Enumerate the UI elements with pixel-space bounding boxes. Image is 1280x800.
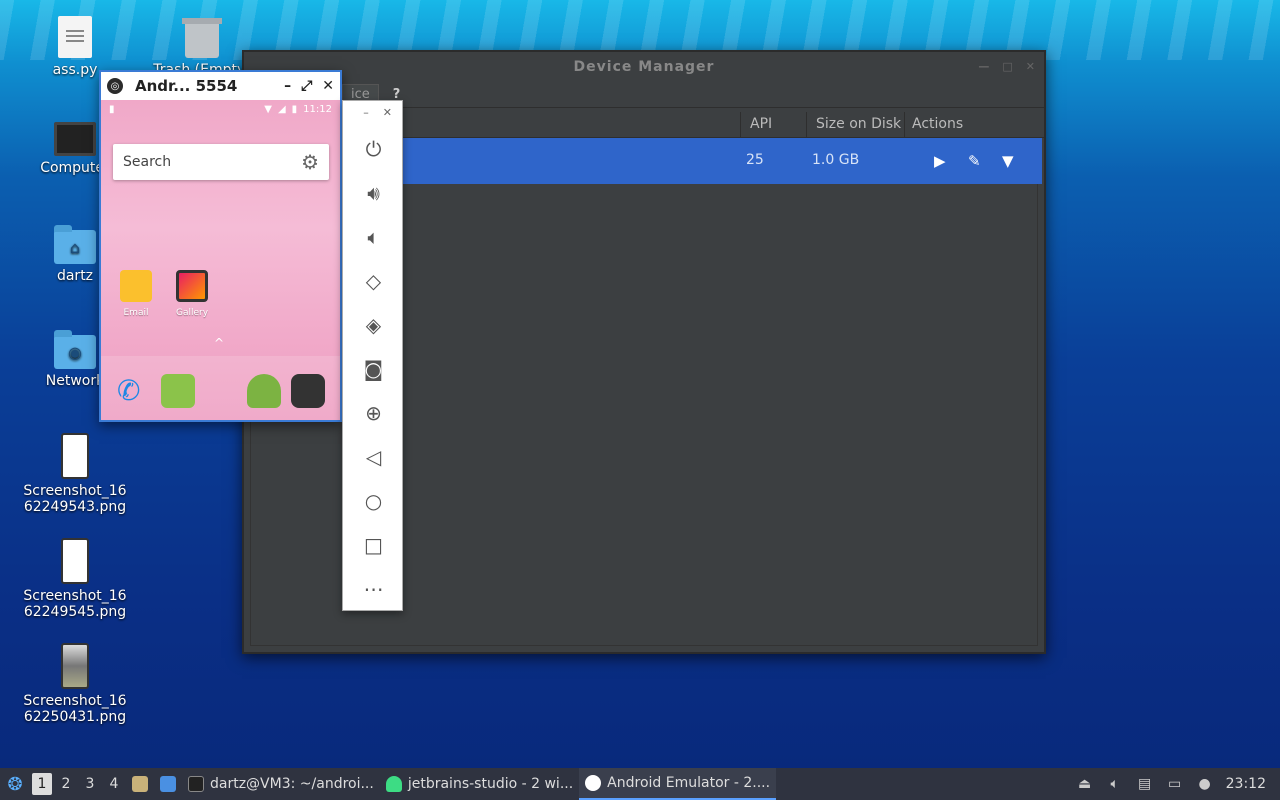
desktop-icon-screenshot-3[interactable]: Screenshot_1662250431.png — [20, 643, 130, 725]
desktop-icon-trash[interactable]: Trash (Empty) — [147, 18, 257, 78]
start-menu-icon[interactable]: ❂ — [0, 768, 30, 800]
task-label: Android Emulator - 2.... — [607, 775, 771, 791]
task-terminal[interactable]: dartz@VM3: ~/androi... — [182, 768, 380, 800]
window-title: Device Manager — [573, 59, 715, 75]
sd-card-icon: ▮ — [109, 103, 115, 115]
workspace-3[interactable]: 3 — [78, 768, 102, 800]
emulator-controls-panel: – ✕ ⏻ 🔊︎ 🔈︎ ◇ ◈ ◙ ⊕ ◁ ○ □ ⋯ — [342, 100, 403, 611]
task-label: dartz@VM3: ~/androi... — [210, 776, 374, 792]
network-icon[interactable]: ▭ — [1166, 775, 1184, 793]
column-actions: Actions — [912, 116, 964, 132]
gear-icon[interactable]: ⚙ — [301, 150, 319, 174]
dock: ✆ — [101, 356, 340, 420]
desktop-icon-label: Screenshot_1662249543.png — [23, 483, 127, 515]
column-size[interactable]: Size on Disk — [816, 116, 901, 132]
clock[interactable]: 23:12 — [1226, 776, 1266, 792]
android-icon — [385, 776, 402, 792]
wifi-icon: ▼ — [264, 103, 272, 115]
volume-down-icon[interactable]: 🔈︎ — [343, 215, 404, 259]
desktop-icon-ass-py[interactable]: ass.py — [20, 16, 130, 78]
app-drawer-arrow[interactable]: ^ — [214, 336, 224, 350]
rotate-left-icon[interactable]: ◇ — [343, 259, 404, 303]
android-store-icon[interactable] — [247, 374, 281, 408]
email-icon — [120, 270, 152, 302]
network-folder-icon: ◉ — [54, 330, 96, 369]
desktop-icon — [160, 776, 176, 792]
row-api: 25 — [746, 152, 764, 168]
app-gallery[interactable]: Gallery — [167, 270, 217, 318]
minimize-icon[interactable]: – — [284, 78, 291, 94]
volume-up-icon[interactable]: 🔊︎ — [343, 171, 404, 215]
image-file-icon — [61, 538, 89, 584]
emulator-title: Andr... 5554 — [135, 77, 238, 95]
more-icon[interactable]: ⋯ — [343, 567, 404, 611]
chevron-down-icon[interactable]: ▼ — [1002, 152, 1014, 170]
zoom-icon[interactable]: ⊕ — [343, 391, 404, 435]
close-icon[interactable]: ✕ — [383, 106, 392, 127]
overview-icon[interactable]: □ — [343, 523, 404, 567]
power-icon[interactable]: ⏻ — [343, 127, 404, 171]
edit-icon[interactable]: ✎ — [968, 152, 981, 170]
task-label: jetbrains-studio - 2 wi... — [407, 776, 574, 792]
task-android-emulator[interactable]: Android Emulator - 2.... — [579, 768, 777, 800]
desktop-icon-label: Screenshot_1662250431.png — [23, 693, 127, 725]
expand-icon[interactable]: ⤢ — [301, 78, 312, 94]
device-screen[interactable]: ▮ ▼ ◢ ▮ 11:12 Search ⚙ Email Gallery ^ ✆ — [101, 100, 340, 420]
desktop-icon-label: Screenshot_1662249545.png — [23, 588, 127, 620]
volume-icon[interactable]: 🔈︎ — [1106, 775, 1124, 793]
gallery-icon — [176, 270, 208, 302]
task-jetbrains-studio[interactable]: jetbrains-studio - 2 wi... — [380, 768, 579, 800]
emulator-window: ◎ Andr... 5554 – ⤢ ✕ ▮ ▼ ◢ ▮ 11:12 Searc… — [99, 70, 342, 422]
minimize-icon[interactable]: — — [978, 60, 990, 73]
desktop-icon-screenshot-1[interactable]: Screenshot_1662249543.png — [20, 433, 130, 515]
maximize-icon[interactable]: □ — [1002, 60, 1013, 73]
play-icon[interactable]: ▶ — [934, 152, 946, 170]
terminal-icon — [188, 776, 204, 792]
close-icon[interactable]: ✕ — [322, 78, 334, 94]
clipboard-icon[interactable]: ▤ — [1136, 775, 1154, 793]
workspace-1[interactable]: 1 — [32, 773, 52, 795]
app-label: Email — [123, 308, 149, 318]
app-email[interactable]: Email — [111, 270, 161, 318]
image-file-icon — [61, 433, 89, 479]
search-bar[interactable]: Search ⚙ — [113, 144, 329, 180]
eject-icon[interactable]: ⏏ — [1076, 775, 1094, 793]
workspace-2[interactable]: 2 — [54, 768, 78, 800]
emulator-icon — [585, 775, 602, 791]
camera-icon[interactable]: ◙ — [343, 347, 404, 391]
back-icon[interactable]: ◁ — [343, 435, 404, 479]
home-icon[interactable]: ○ — [343, 479, 404, 523]
emulator-titlebar[interactable]: ◎ Andr... 5554 – ⤢ ✕ — [101, 72, 340, 100]
rotate-right-icon[interactable]: ◈ — [343, 303, 404, 347]
android-status-bar: ▮ ▼ ◢ ▮ 11:12 — [101, 100, 340, 118]
show-desktop-launcher[interactable] — [154, 768, 182, 800]
emulator-logo-icon: ◎ — [107, 78, 123, 94]
trash-icon — [182, 18, 222, 58]
notification-icon[interactable]: ● — [1196, 775, 1214, 793]
signal-icon: ◢ — [277, 103, 286, 115]
status-time: 11:12 — [303, 103, 332, 115]
file-manager-launcher[interactable] — [126, 768, 154, 800]
app-label: Gallery — [175, 308, 209, 318]
minimize-icon[interactable]: – — [363, 106, 369, 127]
camera-app-icon[interactable] — [291, 374, 325, 408]
close-icon[interactable]: ✕ — [1026, 60, 1036, 73]
image-file-icon — [61, 643, 89, 689]
home-folder-icon: ⌂ — [54, 225, 96, 264]
device-manager-titlebar[interactable]: Device Manager — □ ✕ — [244, 52, 1044, 82]
desktop-icon-screenshot-2[interactable]: Screenshot_1662249545.png — [20, 538, 130, 620]
row-size: 1.0 GB — [812, 152, 860, 168]
messaging-icon[interactable] — [161, 374, 195, 408]
workspace-4[interactable]: 4 — [102, 768, 126, 800]
phone-icon[interactable]: ✆ — [117, 374, 151, 408]
taskbar: ❂ 1 2 3 4 dartz@VM3: ~/androi... jetbrai… — [0, 768, 1280, 800]
search-placeholder: Search — [123, 154, 172, 170]
system-tray: ⏏ 🔈︎ ▤ ▭ ● 23:12 — [1076, 775, 1280, 793]
text-file-icon — [58, 16, 92, 58]
column-api[interactable]: API — [750, 116, 772, 132]
file-manager-icon — [132, 776, 148, 792]
computer-icon — [54, 122, 96, 156]
battery-icon: ▮ — [291, 103, 298, 115]
